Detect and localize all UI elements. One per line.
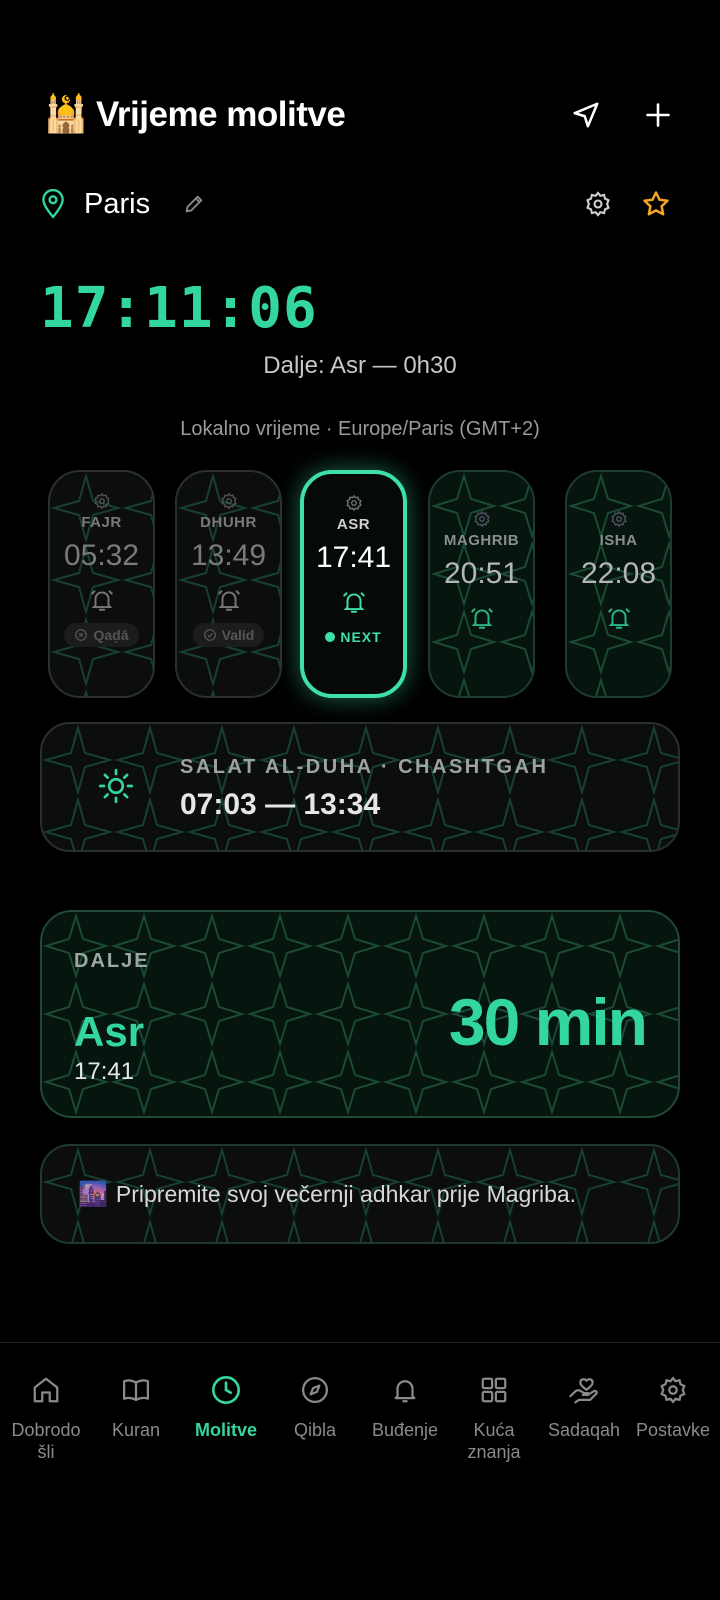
- prayer-card-fajr[interactable]: FAJR 05:32 Qaḍā: [48, 470, 155, 698]
- sun-icon: [98, 768, 134, 804]
- nav-item-wakeup[interactable]: Buđenje: [360, 1373, 450, 1441]
- prayer-card-dhuhr[interactable]: DHUHR 13:49 Valid: [175, 470, 282, 698]
- gear-icon: [473, 510, 490, 528]
- nav-label: Qibla: [293, 1420, 337, 1440]
- x-circle-icon: [75, 629, 88, 641]
- timezone-label: Lokalno vrijeme · Europe/Paris (GMT+2): [180, 418, 540, 440]
- current-time-clock: 17:11:06: [40, 276, 318, 341]
- gear-icon: [610, 510, 627, 528]
- duha-label: SALAT AL-DUHA · CHASHTGAH: [180, 756, 549, 778]
- nav-label: Postavke: [635, 1420, 711, 1440]
- nav-item-sadaqah[interactable]: Sadaqah: [539, 1373, 629, 1441]
- nav-item-prayers[interactable]: Molitve: [181, 1373, 271, 1441]
- next-label: DALJE: [74, 950, 150, 972]
- navigation-arrow-icon: [573, 102, 599, 128]
- edit-location-button[interactable]: [176, 186, 212, 222]
- nav-label: Kuća znanja: [467, 1420, 521, 1462]
- gear-icon: [345, 494, 362, 512]
- nav-item-qibla[interactable]: Qibla: [270, 1373, 360, 1441]
- plus-icon: [646, 103, 670, 127]
- nav-label: Molitve: [194, 1420, 257, 1440]
- prayer-card-isha[interactable]: ISHA 22:08: [565, 470, 672, 698]
- star-icon: [643, 191, 669, 216]
- prayer-time: 13:49: [190, 539, 267, 572]
- map-pin-icon: [42, 189, 64, 219]
- book-icon: [123, 1379, 149, 1402]
- nav-item-quran[interactable]: Kuran: [91, 1373, 181, 1441]
- tip-card: 🌆 Pripremite svoj večernji adhkar prije …: [40, 1144, 680, 1244]
- next-prayer-time: 17:41: [74, 1058, 135, 1085]
- prayer-name: FAJR: [81, 514, 122, 531]
- prayer-name: ASR: [336, 516, 371, 533]
- tip-text: Pripremite svoj večernji adhkar prije Ma…: [115, 1180, 577, 1207]
- prayer-status-badge: Valid: [192, 623, 265, 647]
- check-circle-icon: [203, 629, 216, 641]
- prayer-status-badge: NEXT: [315, 625, 391, 649]
- prayer-time: 05:32: [63, 539, 140, 572]
- gear-icon: [93, 492, 110, 510]
- compass-icon: [302, 1377, 328, 1403]
- next-prayer-name: Asr: [74, 1008, 145, 1055]
- bell-ring-icon[interactable]: [606, 605, 632, 631]
- nav-label: Kuran: [111, 1420, 161, 1440]
- prayer-cards: FAJR 05:32 Qaḍā DHUHR 13:49 Valid ASR 17…: [48, 470, 672, 698]
- home-icon: [33, 1377, 59, 1403]
- prayer-card-maghrib[interactable]: MAGHRIB 20:51: [428, 470, 535, 698]
- prayer-time: 22:08: [580, 557, 657, 590]
- prayer-name: ISHA: [599, 532, 638, 549]
- countdown: 30 min: [448, 985, 648, 1059]
- next-prayer-card: DALJE Asr 17:41 30 min: [40, 910, 680, 1118]
- nav-item-welcome[interactable]: Dobrodo šli: [1, 1373, 91, 1463]
- add-location-button[interactable]: [640, 97, 676, 133]
- bell-ring-icon[interactable]: [216, 587, 242, 613]
- nav-item-knowledge[interactable]: Kuća znanja: [449, 1373, 539, 1463]
- nav-item-settings[interactable]: Postavke: [628, 1373, 718, 1441]
- location-row: Paris: [40, 182, 674, 226]
- locate-button[interactable]: [568, 97, 604, 133]
- mosque-icon: 🕌: [43, 93, 89, 134]
- app-header: 🕌 Vrijeme molitve: [44, 92, 676, 138]
- hand-heart-icon: [569, 1378, 598, 1404]
- bottom-navigation: Dobrodo šli Kuran Molitve Qibla Buđenje …: [0, 1342, 720, 1600]
- prayer-status-badge: Qaḍā: [64, 623, 139, 647]
- favorite-button[interactable]: [638, 186, 674, 222]
- location-settings-button[interactable]: [580, 186, 616, 222]
- bell-ring-icon[interactable]: [89, 587, 115, 613]
- prayer-name: DHUHR: [200, 514, 257, 531]
- gear-icon: [220, 492, 237, 510]
- bell-ring-icon[interactable]: [341, 589, 367, 615]
- next-prayer-summary: Dalje: Asr — 0h30: [263, 352, 457, 379]
- bell-ring-icon[interactable]: [469, 605, 495, 631]
- prayer-time: 17:41: [315, 541, 392, 574]
- prayer-name: MAGHRIB: [443, 532, 520, 549]
- duha-card: SALAT AL-DUHA · CHASHTGAH 07:03 — 13:34: [40, 722, 680, 852]
- dusk-icon: 🌆: [78, 1180, 108, 1208]
- page-title: Vrijeme molitve: [96, 95, 346, 134]
- status-dot-icon: [325, 632, 336, 642]
- gear-icon: [586, 191, 610, 217]
- grid-icon: [481, 1377, 507, 1403]
- nav-label: Dobrodo šli: [11, 1420, 81, 1462]
- nav-label: Buđenje: [371, 1420, 439, 1440]
- city-name[interactable]: Paris: [84, 188, 150, 221]
- clock-icon: [212, 1376, 240, 1404]
- prayer-time: 20:51: [443, 557, 520, 590]
- nav-label: Sadaqah: [547, 1420, 621, 1440]
- prayer-card-asr[interactable]: ASR 17:41 NEXT: [300, 470, 407, 698]
- pencil-icon: [185, 195, 203, 213]
- gear-icon: [660, 1376, 686, 1404]
- duha-time-range: 07:03 — 13:34: [180, 788, 381, 821]
- bell-icon: [394, 1380, 416, 1403]
